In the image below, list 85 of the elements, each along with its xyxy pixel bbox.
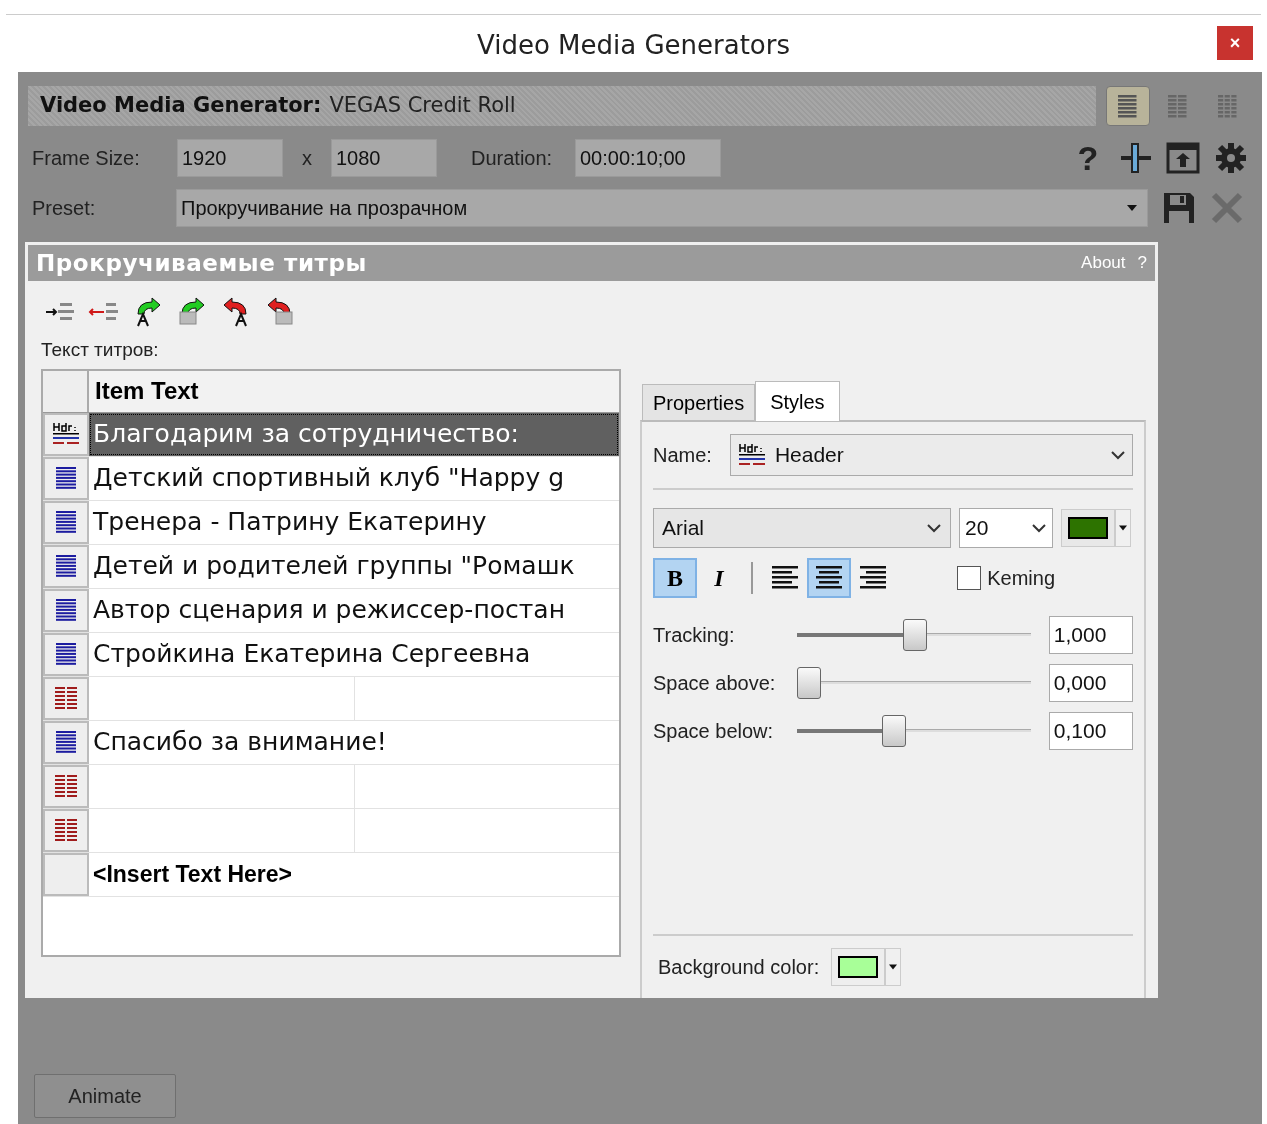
times-sign: x <box>301 146 313 171</box>
dropdown-triangle-icon <box>1119 525 1127 531</box>
duration-label: Duration: <box>471 146 554 171</box>
size-dropdown[interactable]: 20 <box>959 508 1053 548</box>
columns-icon <box>53 816 79 844</box>
generator-label: Video Media Generator: <box>40 92 322 120</box>
font-dropdown[interactable]: Arial <box>653 508 951 548</box>
slider-label: Tracking: <box>653 623 736 648</box>
align-button[interactable] <box>807 558 851 598</box>
table-cell[interactable]: Спасибо за внимание! <box>89 720 619 764</box>
table-cell[interactable]: Тренера - Патрину Екатерину <box>89 500 619 544</box>
table-cell[interactable]: <Insert Text Here> <box>89 852 619 896</box>
preset-dropdown[interactable]: Прокручивание на прозрачном <box>176 189 1148 227</box>
text-lines-icon <box>53 464 79 492</box>
row-header[interactable] <box>43 720 89 764</box>
color-dropdown-button[interactable] <box>1115 509 1131 547</box>
kerning-checkbox[interactable] <box>957 566 982 590</box>
color-dropdown-button[interactable] <box>885 948 902 986</box>
align-right-icon <box>860 566 886 590</box>
frame-size-label: Frame Size: <box>32 146 141 171</box>
row-header[interactable] <box>43 412 89 456</box>
height-field[interactable]: 1080 <box>331 139 437 177</box>
text-lines-icon <box>53 640 79 668</box>
style-name-dropdown[interactable]: Header <box>729 434 1133 476</box>
table-cell[interactable]: Детский спортивный клуб "Happy g <box>89 456 619 500</box>
header-style-icon <box>51 421 81 447</box>
animate-button[interactable]: Animate <box>34 1074 176 1118</box>
window-title: Video Media Generators <box>476 29 790 62</box>
dropdown-triangle-icon <box>1127 205 1137 211</box>
bold-button[interactable]: B <box>653 558 697 598</box>
row-header[interactable] <box>43 500 89 544</box>
text-color-button[interactable] <box>1061 509 1115 547</box>
settings-icon[interactable] <box>1214 141 1248 175</box>
align-center-icon <box>816 566 842 590</box>
split-icon[interactable] <box>1118 141 1152 175</box>
row-header[interactable] <box>43 808 89 852</box>
slider-label: Space below: <box>653 719 775 744</box>
row-header[interactable] <box>43 764 89 808</box>
text-lines-icon <box>53 552 79 580</box>
row-header[interactable] <box>43 676 89 720</box>
columns-icon <box>53 684 79 712</box>
text-lines-icon <box>53 508 79 536</box>
help-button[interactable]: ? <box>1068 141 1108 175</box>
slider-value-field[interactable]: 0,100 <box>1048 712 1133 750</box>
background-color-button[interactable] <box>831 948 886 986</box>
duration-field[interactable]: 00:00:10;00 <box>575 139 721 177</box>
slider-thumb[interactable] <box>882 715 907 747</box>
width-field[interactable]: 1920 <box>177 139 283 177</box>
column-header: Item Text <box>89 370 619 412</box>
preset-label: Preset: <box>32 196 97 221</box>
dropdown-triangle-icon <box>889 964 898 970</box>
save-icon[interactable] <box>1162 191 1196 225</box>
table-cell[interactable]: Стройкина Екатерина Сергеевна <box>89 632 619 676</box>
generator-name: VEGAS Credit Roll <box>329 92 516 120</box>
slider-value-field[interactable]: 0,000 <box>1048 664 1133 702</box>
list-label: Текст титров: <box>41 338 160 362</box>
columns-icon <box>53 772 79 800</box>
slider-value-field[interactable]: 1,000 <box>1048 616 1133 654</box>
slider-thumb[interactable] <box>797 667 822 699</box>
text-lines-icon <box>53 728 79 756</box>
row-header[interactable] <box>43 456 89 500</box>
table-cell[interactable]: Благодарим за сотрудничество: <box>89 412 619 456</box>
row-header[interactable] <box>43 632 89 676</box>
italic-button[interactable]: I <box>697 558 741 598</box>
table-cell[interactable]: Автор сценария и режиссер-постан <box>89 588 619 632</box>
panel-title: Прокручиваемые титры <box>36 248 367 278</box>
tab[interactable]: Styles <box>755 381 840 421</box>
row-header[interactable] <box>43 588 89 632</box>
close-button[interactable]: × <box>1217 26 1253 60</box>
tab[interactable]: Properties <box>642 384 756 420</box>
slider-thumb[interactable] <box>903 619 928 651</box>
align-left-icon <box>772 566 798 590</box>
window-icon[interactable] <box>1166 141 1200 175</box>
chevron-down-icon <box>1110 450 1126 460</box>
table-cell[interactable]: Детей и родителей группы "Ромашк <box>89 544 619 588</box>
slider-label: Space above: <box>653 671 777 696</box>
background-color-label: Background color: <box>658 955 820 980</box>
header-style-icon <box>736 442 767 468</box>
view-mode-button[interactable] <box>1106 86 1150 126</box>
row-header[interactable] <box>43 544 89 588</box>
chevron-down-icon <box>926 523 942 533</box>
kerning-label: Keming <box>987 566 1055 591</box>
text-lines-icon <box>53 596 79 624</box>
name-label: Name: <box>653 443 712 468</box>
chevron-down-icon <box>1031 523 1047 533</box>
